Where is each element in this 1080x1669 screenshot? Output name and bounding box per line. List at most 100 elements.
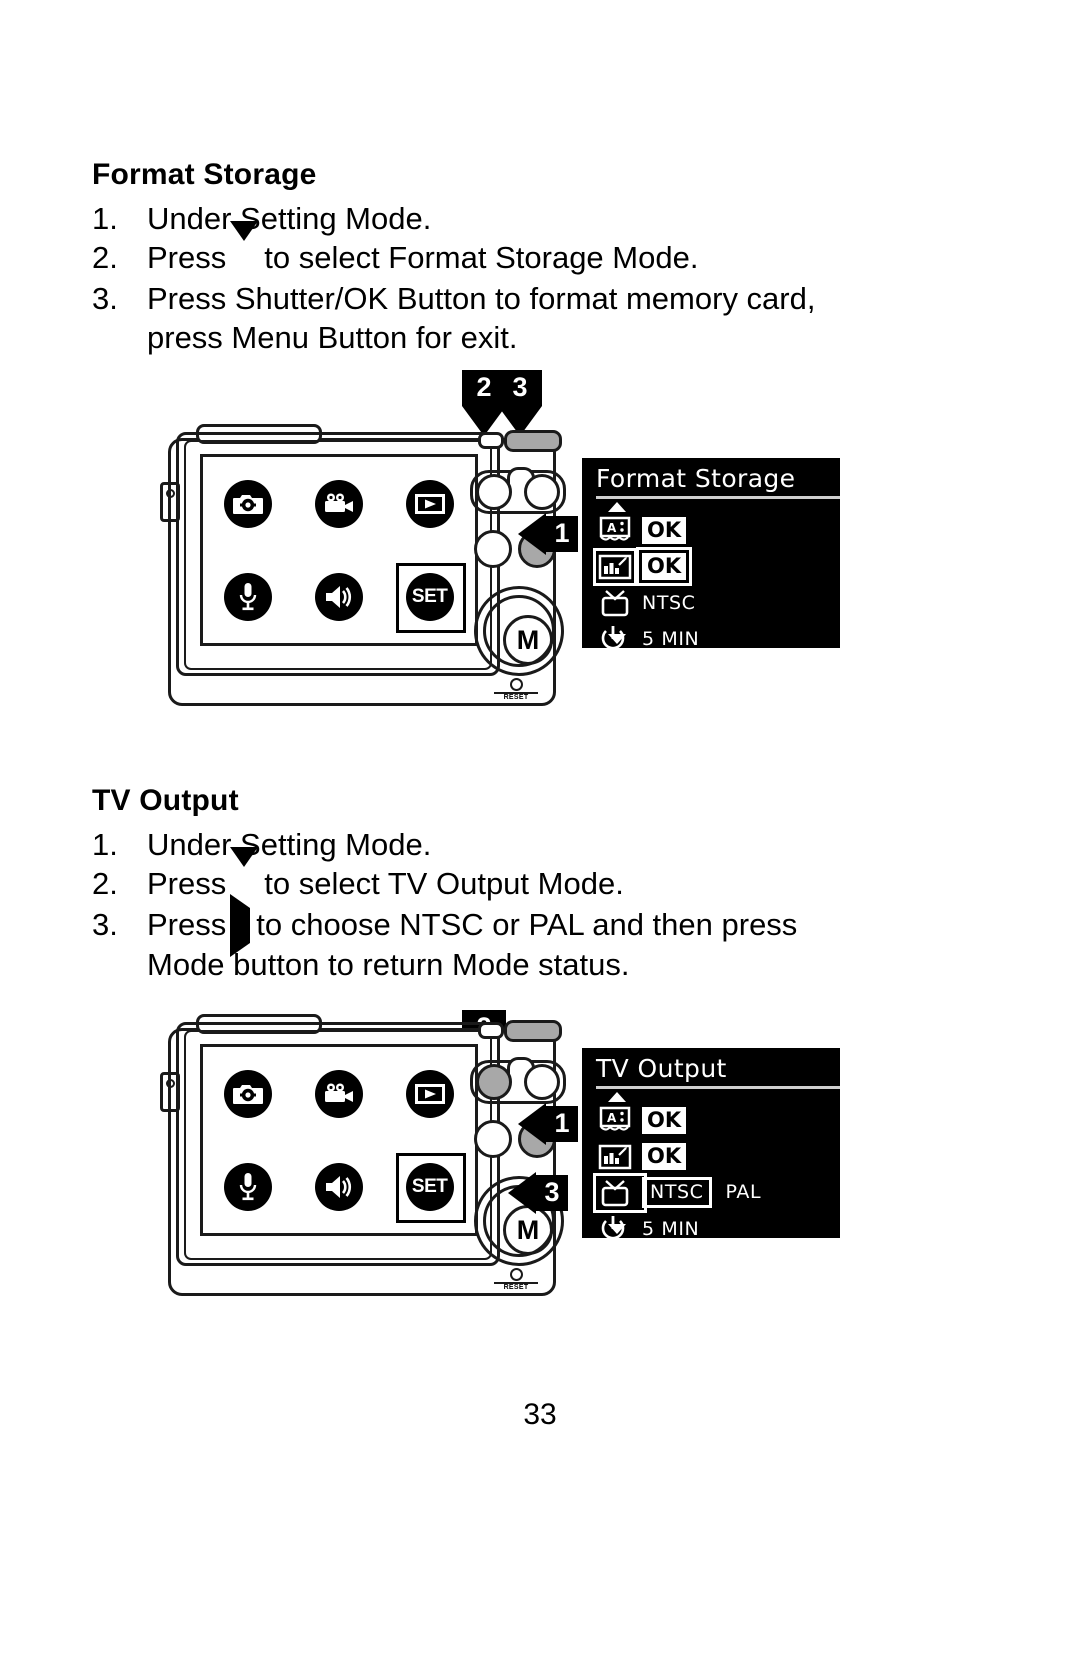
menu-button[interactable]	[474, 530, 512, 568]
right-navigation-button-top[interactable]	[524, 474, 560, 510]
lcd-title-divider	[596, 496, 840, 499]
step-text-suffix: to choose NTSC or PAL and then press	[256, 906, 798, 942]
camera-control-cluster: M RESET	[456, 430, 566, 701]
step-text: Under Setting Mode.	[147, 827, 432, 862]
ok-chip: OK	[642, 1107, 687, 1134]
format-storage-icon	[598, 1143, 642, 1171]
step-text-prefix: Press	[147, 866, 227, 902]
section-tv-output: TV Output 1. Under Setting Mode. 2. Pres…	[92, 784, 992, 984]
step-number: 3.	[92, 280, 118, 316]
step-item: 3. Press Shutter/OK Button to format mem…	[92, 279, 992, 318]
lcd-menu-row-tv-output[interactable]: NTSC	[598, 586, 834, 619]
lcd-menu-row-language[interactable]: A OK	[598, 1104, 834, 1137]
shutter-button[interactable]	[504, 1020, 562, 1042]
tv-output-option-pal[interactable]: PAL	[726, 1181, 762, 1203]
video-record-icon	[313, 1068, 365, 1120]
tv-output-icon	[598, 588, 642, 618]
camera-diagram-format-storage: SET M RESET	[160, 420, 566, 706]
step-number: 3.	[92, 906, 118, 942]
lcd-title: TV Output	[596, 1054, 727, 1083]
lcd-menu-row-auto-power-off[interactable]: 5 MIN	[598, 1212, 834, 1245]
callout-arrow-left-icon	[518, 513, 546, 555]
lcd-row-value: 5 MIN	[642, 628, 699, 650]
power-indicator	[478, 1022, 504, 1039]
lcd-menu-row-tv-output[interactable]: NTSC PAL	[593, 1172, 834, 1213]
step-text-line1: Press Shutter/OK Button to format memory…	[147, 280, 816, 316]
reset-port: RESET	[494, 1268, 538, 1291]
step-item: 3. Press to choose NTSC or PAL and then p…	[92, 893, 992, 957]
callout-arrow-left-icon	[518, 1103, 546, 1145]
section-format-storage: Format Storage 1. Under Setting Mode. 2.…	[92, 158, 992, 357]
step-number: 2.	[92, 866, 118, 902]
triangle-down-icon	[230, 221, 259, 278]
camera-lcd-mode-menu: SET	[200, 1044, 478, 1236]
lcd-menu-row-auto-power-off[interactable]: 5 MIN	[598, 622, 834, 655]
video-record-icon	[313, 478, 365, 530]
tv-output-value: NTSC	[642, 591, 696, 614]
mode-dial[interactable]: M	[474, 586, 564, 676]
step-item-continuation: Mode button to return Mode status.	[92, 945, 992, 984]
lcd-row-value: OK	[642, 553, 687, 580]
format-storage-icon	[593, 547, 642, 586]
language-icon: A	[598, 1106, 642, 1136]
reset-label: RESET	[494, 692, 538, 701]
callout-badge: 3	[498, 370, 542, 406]
callout-1-tvoutput: 1	[518, 1103, 578, 1145]
lcd-row-value: NTSC PAL	[642, 1177, 761, 1208]
audio-playback-icon	[313, 1161, 365, 1213]
step-number: 1.	[92, 201, 118, 236]
left-navigation-button[interactable]	[476, 474, 512, 510]
ok-chip-selected: OK	[642, 553, 687, 580]
voice-record-icon	[222, 571, 274, 623]
step-item: 2. Press to select Format Storage Mode.	[92, 221, 992, 278]
scroll-up-arrow-icon[interactable]	[608, 502, 626, 512]
step-text-line2: Mode button to return Mode status.	[147, 947, 630, 983]
photo-capture-icon	[222, 478, 274, 530]
language-icon: A	[598, 516, 642, 546]
triangle-right-icon	[230, 893, 251, 957]
lcd-menu-rows: A OK	[593, 514, 834, 658]
audio-playback-icon	[313, 571, 365, 623]
left-navigation-button[interactable]	[476, 1064, 512, 1100]
step-text-suffix: to select Format Storage Mode.	[264, 240, 699, 276]
camera-control-cluster: M RESET	[456, 1020, 566, 1291]
tv-output-option-ntsc[interactable]: NTSC	[642, 1177, 712, 1208]
lcd-menu-row-language[interactable]: A OK	[598, 514, 834, 547]
camera-lcd-mode-menu: SET	[200, 454, 478, 646]
right-navigation-button-top[interactable]	[524, 1064, 560, 1100]
lcd-screen-tv-output: TV Output A OK OK NTSC PAL 5 MIN	[582, 1048, 840, 1240]
section-title: Format Storage	[92, 158, 317, 191]
callout-badge: 1	[546, 1106, 578, 1142]
step-item: 1. Under Setting Mode.	[92, 825, 992, 864]
svg-text:A: A	[607, 1111, 617, 1125]
step-list: 1. Under Setting Mode. 2. Press to select…	[92, 825, 992, 984]
step-text-suffix: to select TV Output Mode.	[264, 866, 624, 902]
lcd-menu-row-format-storage[interactable]: OK	[593, 547, 834, 586]
menu-button[interactable]	[474, 1120, 512, 1158]
mode-icon-grid: SET	[203, 457, 475, 643]
step-number: 1.	[92, 827, 118, 862]
manual-page: Format Storage 1. Under Setting Mode. 2.…	[0, 0, 1080, 1669]
power-indicator	[478, 432, 504, 449]
shutter-button[interactable]	[504, 430, 562, 452]
step-text-prefix: Press	[147, 906, 227, 942]
lcd-menu-row-format-storage[interactable]: OK	[598, 1140, 834, 1173]
reset-label: RESET	[494, 1282, 538, 1291]
step-item-continuation: press Menu Button for exit.	[92, 318, 992, 357]
lcd-row-value: NTSC	[642, 592, 696, 614]
scroll-up-arrow-icon[interactable]	[608, 1092, 626, 1102]
scroll-down-arrow-icon[interactable]	[608, 634, 626, 644]
scroll-down-arrow-icon[interactable]	[608, 1224, 626, 1234]
step-list: 1. Under Setting Mode. 2. Press to select…	[92, 199, 992, 357]
photo-capture-icon	[222, 1068, 274, 1120]
lcd-row-value: OK	[642, 1107, 687, 1134]
page-number: 33	[523, 1398, 557, 1431]
step-text: Press to select Format Storage Mode.	[147, 221, 992, 278]
tv-output-icon	[593, 1172, 647, 1213]
svg-text:A: A	[607, 521, 617, 535]
callout-badge: 3	[536, 1175, 568, 1211]
lcd-title-divider	[596, 1086, 840, 1089]
reset-port: RESET	[494, 678, 538, 701]
ok-chip: OK	[642, 1143, 687, 1170]
setting-mode-icon: SET	[395, 1152, 466, 1223]
